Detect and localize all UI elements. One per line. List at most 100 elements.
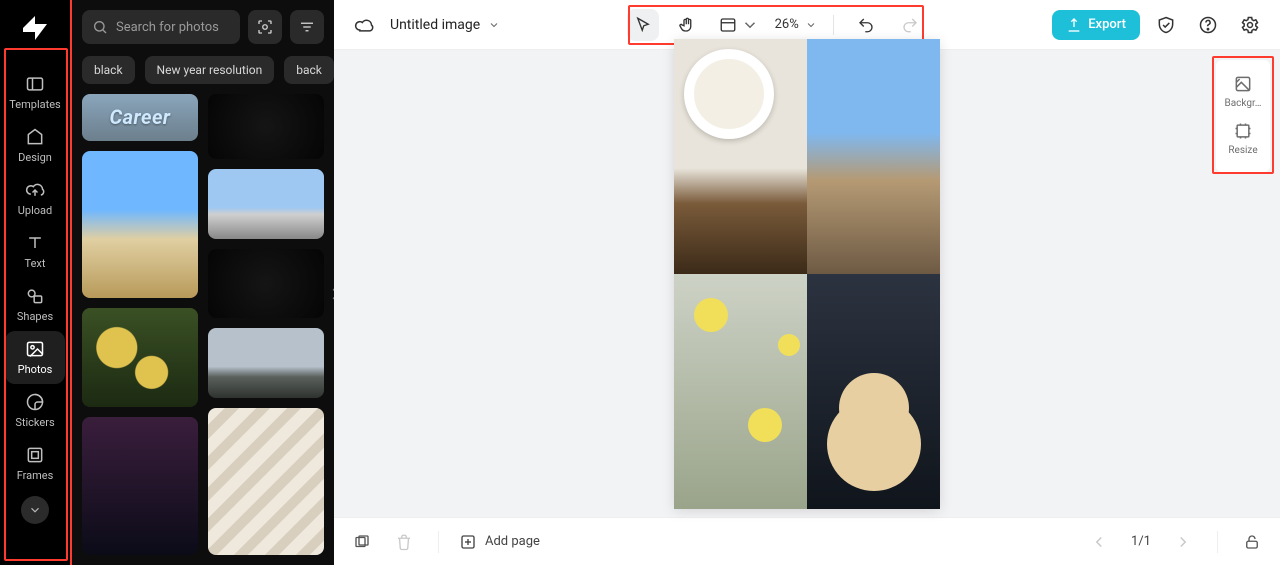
document-title-text: Untitled image: [390, 17, 480, 33]
layout-icon: [719, 16, 737, 34]
chevron-down-icon: [488, 19, 500, 31]
thumb-dark-1[interactable]: [208, 94, 324, 159]
rail-item-stickers[interactable]: Stickers: [5, 384, 65, 437]
search-input[interactable]: Search for photos: [82, 10, 240, 44]
delete-button[interactable]: [390, 528, 418, 556]
left-rail: Templates Design Upload Text Shapes Phot…: [0, 0, 72, 565]
redo-icon: [901, 16, 919, 34]
thumb-career[interactable]: Career: [82, 94, 198, 141]
filter-button[interactable]: [290, 10, 324, 44]
lock-open-icon: [1243, 533, 1261, 551]
right-rail-background[interactable]: Backgr…: [1216, 68, 1270, 115]
rail-label: Frames: [17, 469, 54, 482]
canvas-viewport[interactable]: Backgr… Resize: [334, 50, 1280, 517]
chip-row: black New year resolution back: [72, 52, 334, 94]
rail-item-photos[interactable]: Photos: [5, 331, 65, 384]
next-page-button[interactable]: [1169, 528, 1197, 556]
rail-more-button[interactable]: [21, 496, 49, 524]
export-label: Export: [1088, 17, 1126, 32]
add-page-button[interactable]: Add page: [459, 533, 540, 551]
canvas-image-tr[interactable]: [807, 39, 940, 274]
rail-item-design[interactable]: Design: [5, 119, 65, 172]
lock-button[interactable]: [1238, 528, 1266, 556]
canvas-image-bl[interactable]: [674, 274, 807, 509]
chip-black[interactable]: black: [82, 56, 135, 84]
canvas-page[interactable]: [674, 39, 940, 509]
app-logo[interactable]: [15, 8, 55, 48]
filter-icon: [298, 18, 316, 36]
search-placeholder: Search for photos: [116, 20, 219, 35]
thumb-text: Career: [109, 105, 170, 129]
zoom-dropdown[interactable]: 26%: [775, 17, 817, 32]
chevron-down-icon: [805, 19, 817, 31]
rail-item-upload[interactable]: Upload: [5, 172, 65, 225]
rail-label: Photos: [18, 363, 53, 376]
layout-tool[interactable]: [715, 9, 763, 41]
undo-icon: [857, 16, 875, 34]
rail-item-text[interactable]: Text: [5, 225, 65, 278]
chip-new-year-resolution[interactable]: New year resolution: [145, 56, 275, 84]
settings-button[interactable]: [1234, 9, 1266, 41]
right-rail-label: Backgr…: [1225, 98, 1262, 109]
chip-back[interactable]: back: [284, 56, 334, 84]
undo-button[interactable]: [850, 9, 882, 41]
resize-icon: [1233, 121, 1253, 141]
search-row: Search for photos: [72, 0, 334, 52]
grid-col-left: Career: [82, 94, 198, 555]
thumb-mountain[interactable]: [208, 328, 324, 399]
chevron-right-icon: [1174, 533, 1192, 551]
grid-col-right: [208, 94, 324, 555]
thumb-flower[interactable]: [82, 308, 198, 407]
right-rail-resize[interactable]: Resize: [1216, 115, 1270, 162]
layers-button[interactable]: [348, 528, 376, 556]
cursor-icon: [634, 16, 652, 34]
divider: [438, 531, 439, 553]
prev-page-button[interactable]: [1085, 528, 1113, 556]
thumb-skyline[interactable]: [208, 169, 324, 240]
canvas-image-tl[interactable]: [674, 39, 807, 274]
rail-item-frames[interactable]: Frames: [5, 437, 65, 490]
page-indicator: 1/1: [1127, 534, 1155, 549]
shield-icon: [1156, 15, 1176, 35]
rail-label: Upload: [18, 204, 52, 217]
photos-panel: Search for photos black New year resolut…: [72, 0, 334, 565]
rail-item-shapes[interactable]: Shapes: [5, 278, 65, 331]
add-page-icon: [459, 533, 477, 551]
rail-label: Stickers: [15, 416, 54, 429]
divider: [1217, 531, 1218, 553]
help-button[interactable]: [1192, 9, 1224, 41]
trash-icon: [395, 533, 413, 551]
chevron-left-icon: [1090, 533, 1108, 551]
search-icon: [92, 19, 108, 35]
thumb-dark-2[interactable]: [208, 249, 324, 318]
thumb-satin[interactable]: [208, 408, 324, 555]
rail-label: Text: [25, 257, 46, 270]
canvas-image-br[interactable]: [807, 274, 940, 509]
thumb-city-night[interactable]: [82, 417, 198, 555]
hand-icon: [678, 16, 696, 34]
export-icon: [1066, 17, 1082, 33]
scan-button[interactable]: [248, 10, 282, 44]
main-area: Untitled image: [334, 0, 1280, 565]
help-icon: [1198, 15, 1218, 35]
background-icon: [1233, 74, 1253, 94]
rail-item-templates[interactable]: Templates: [5, 66, 65, 119]
hand-tool[interactable]: [671, 9, 703, 41]
document-title[interactable]: Untitled image: [390, 17, 500, 33]
rail-label: Templates: [9, 98, 60, 111]
redo-button[interactable]: [894, 9, 926, 41]
divider: [833, 15, 834, 35]
right-rail: Backgr… Resize: [1216, 60, 1270, 172]
right-rail-label: Resize: [1228, 145, 1257, 156]
layers-icon: [353, 533, 371, 551]
photo-grid: Career: [72, 94, 334, 565]
cloud-sync-icon[interactable]: [348, 9, 380, 41]
export-button[interactable]: Export: [1052, 10, 1140, 40]
rail-label: Shapes: [17, 310, 53, 323]
scan-icon: [256, 18, 274, 36]
gear-icon: [1240, 15, 1260, 35]
zoom-level: 26%: [775, 17, 799, 32]
thumb-buddha[interactable]: [82, 151, 198, 298]
cursor-tool[interactable]: [627, 9, 659, 41]
shield-button[interactable]: [1150, 9, 1182, 41]
